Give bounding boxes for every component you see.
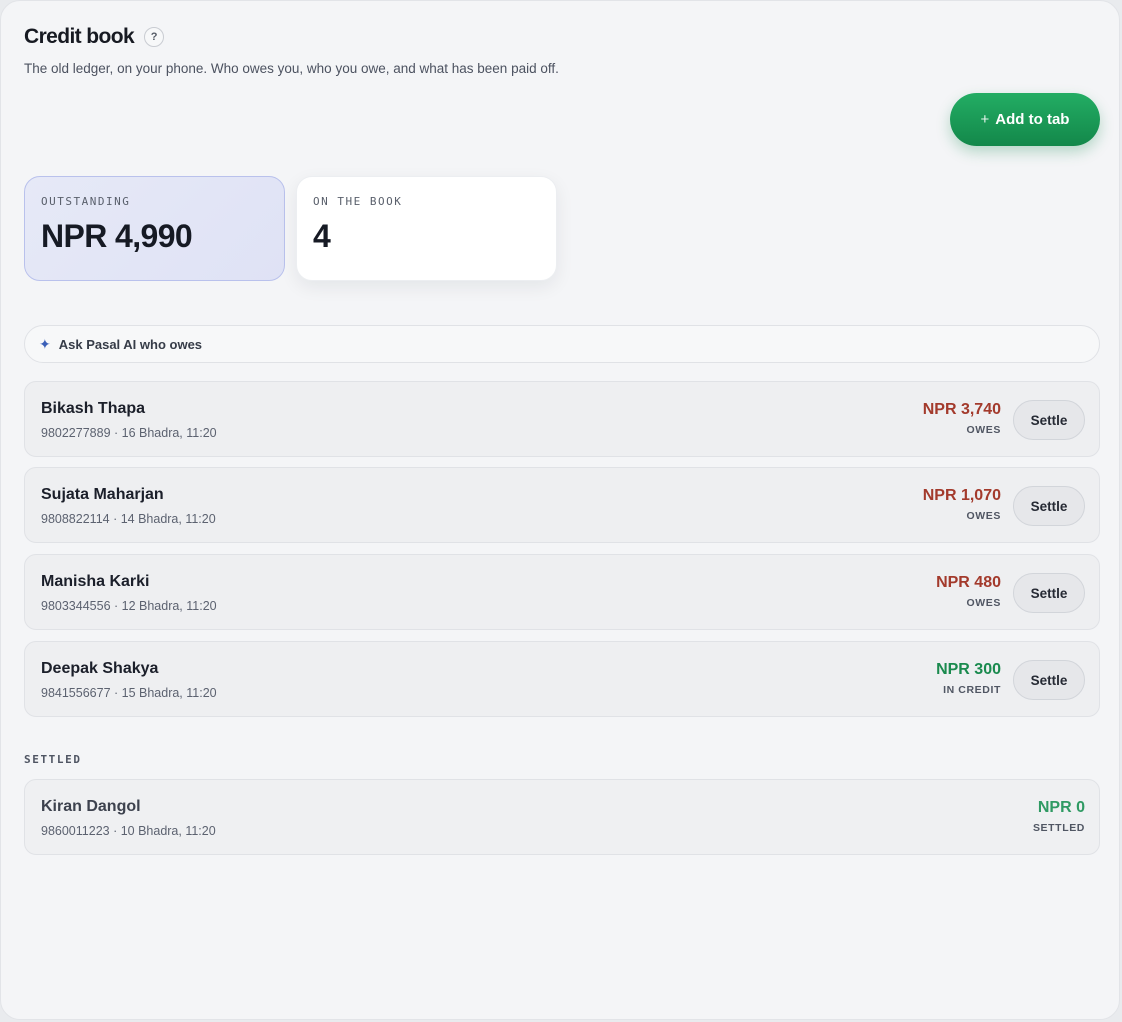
on-the-book-label: ON THE BOOK — [313, 195, 403, 208]
customer-meta: 9808822114 · 14 Bhadra, 11:20 — [41, 512, 216, 526]
customer-meta: 9802277889 · 16 Bhadra, 11:20 — [41, 426, 217, 440]
outstanding-label: OUTSTANDING — [41, 195, 131, 208]
ask-ai-button[interactable]: ✦ Ask Pasal AI who owes — [24, 325, 1100, 363]
amount-block: NPR 0 SETTLED — [1033, 799, 1085, 834]
title-row: Credit book ? — [24, 25, 165, 49]
outstanding-card: OUTSTANDING NPR 4,990 — [24, 176, 285, 281]
amount-block: NPR 1,070 OWES — [923, 487, 1001, 522]
amount-value: NPR 3,740 — [922, 401, 1001, 418]
customer-meta: 9860011223 · 10 Bhadra, 11:20 — [41, 824, 216, 838]
settle-button[interactable]: Settle — [1013, 573, 1085, 613]
amount-value: NPR 1,070 — [922, 487, 1001, 504]
sparkle-icon: ✦ — [39, 336, 51, 352]
status-label: IN CREDIT — [943, 684, 1001, 696]
outstanding-value: NPR 4,990 — [41, 218, 193, 254]
ledger-row[interactable]: Deepak Shakya 9841556677 · 15 Bhadra, 11… — [24, 641, 1100, 717]
amount-value: NPR 300 — [936, 661, 1001, 678]
status-label: OWES — [966, 510, 1001, 522]
settle-button[interactable]: Settle — [1013, 660, 1085, 700]
add-to-tab-label: Add to tab — [995, 111, 1070, 128]
status-label: OWES — [966, 424, 1001, 436]
customer-name: Deepak Shakya — [41, 660, 159, 677]
credit-book-panel: Credit book ? The old ledger, on your ph… — [0, 0, 1120, 1020]
ledger-row[interactable]: Manisha Karki 9803344556 · 12 Bhadra, 11… — [24, 554, 1100, 630]
ledger-row[interactable]: Bikash Thapa 9802277889 · 16 Bhadra, 11:… — [24, 381, 1100, 457]
on-the-book-card: ON THE BOOK 4 — [296, 176, 557, 281]
amount-block: NPR 480 OWES — [936, 574, 1001, 609]
help-icon[interactable]: ? — [144, 27, 165, 47]
settle-button[interactable]: Settle — [1013, 486, 1085, 526]
customer-name: Manisha Karki — [41, 573, 150, 590]
page-subtitle: The old ledger, on your phone. Who owes … — [24, 61, 559, 76]
customer-meta: 9803344556 · 12 Bhadra, 11:20 — [41, 599, 217, 613]
customer-name: Kiran Dangol — [41, 798, 141, 815]
customer-name: Bikash Thapa — [41, 400, 146, 417]
amount-value: NPR 480 — [936, 574, 1001, 591]
customer-name: Sujata Maharjan — [41, 486, 164, 503]
amount-block: NPR 3,740 OWES — [923, 401, 1001, 436]
add-to-tab-button[interactable]: + Add to tab — [950, 93, 1100, 146]
on-the-book-value: 4 — [313, 218, 331, 254]
amount-block: NPR 300 IN CREDIT — [936, 661, 1001, 696]
settle-button[interactable]: Settle — [1013, 400, 1085, 440]
page-title: Credit book — [24, 25, 135, 48]
ask-ai-label: Ask Pasal AI who owes — [58, 336, 203, 352]
status-label: SETTLED — [1032, 822, 1085, 834]
plus-icon: + — [980, 111, 990, 128]
ledger-row[interactable]: Sujata Maharjan 9808822114 · 14 Bhadra, … — [24, 467, 1100, 543]
settled-row[interactable]: Kiran Dangol 9860011223 · 10 Bhadra, 11:… — [24, 779, 1100, 855]
settled-heading: SETTLED — [24, 753, 82, 766]
customer-meta: 9841556677 · 15 Bhadra, 11:20 — [41, 686, 217, 700]
status-label: OWES — [966, 597, 1001, 609]
amount-value: NPR 0 — [1037, 799, 1085, 816]
